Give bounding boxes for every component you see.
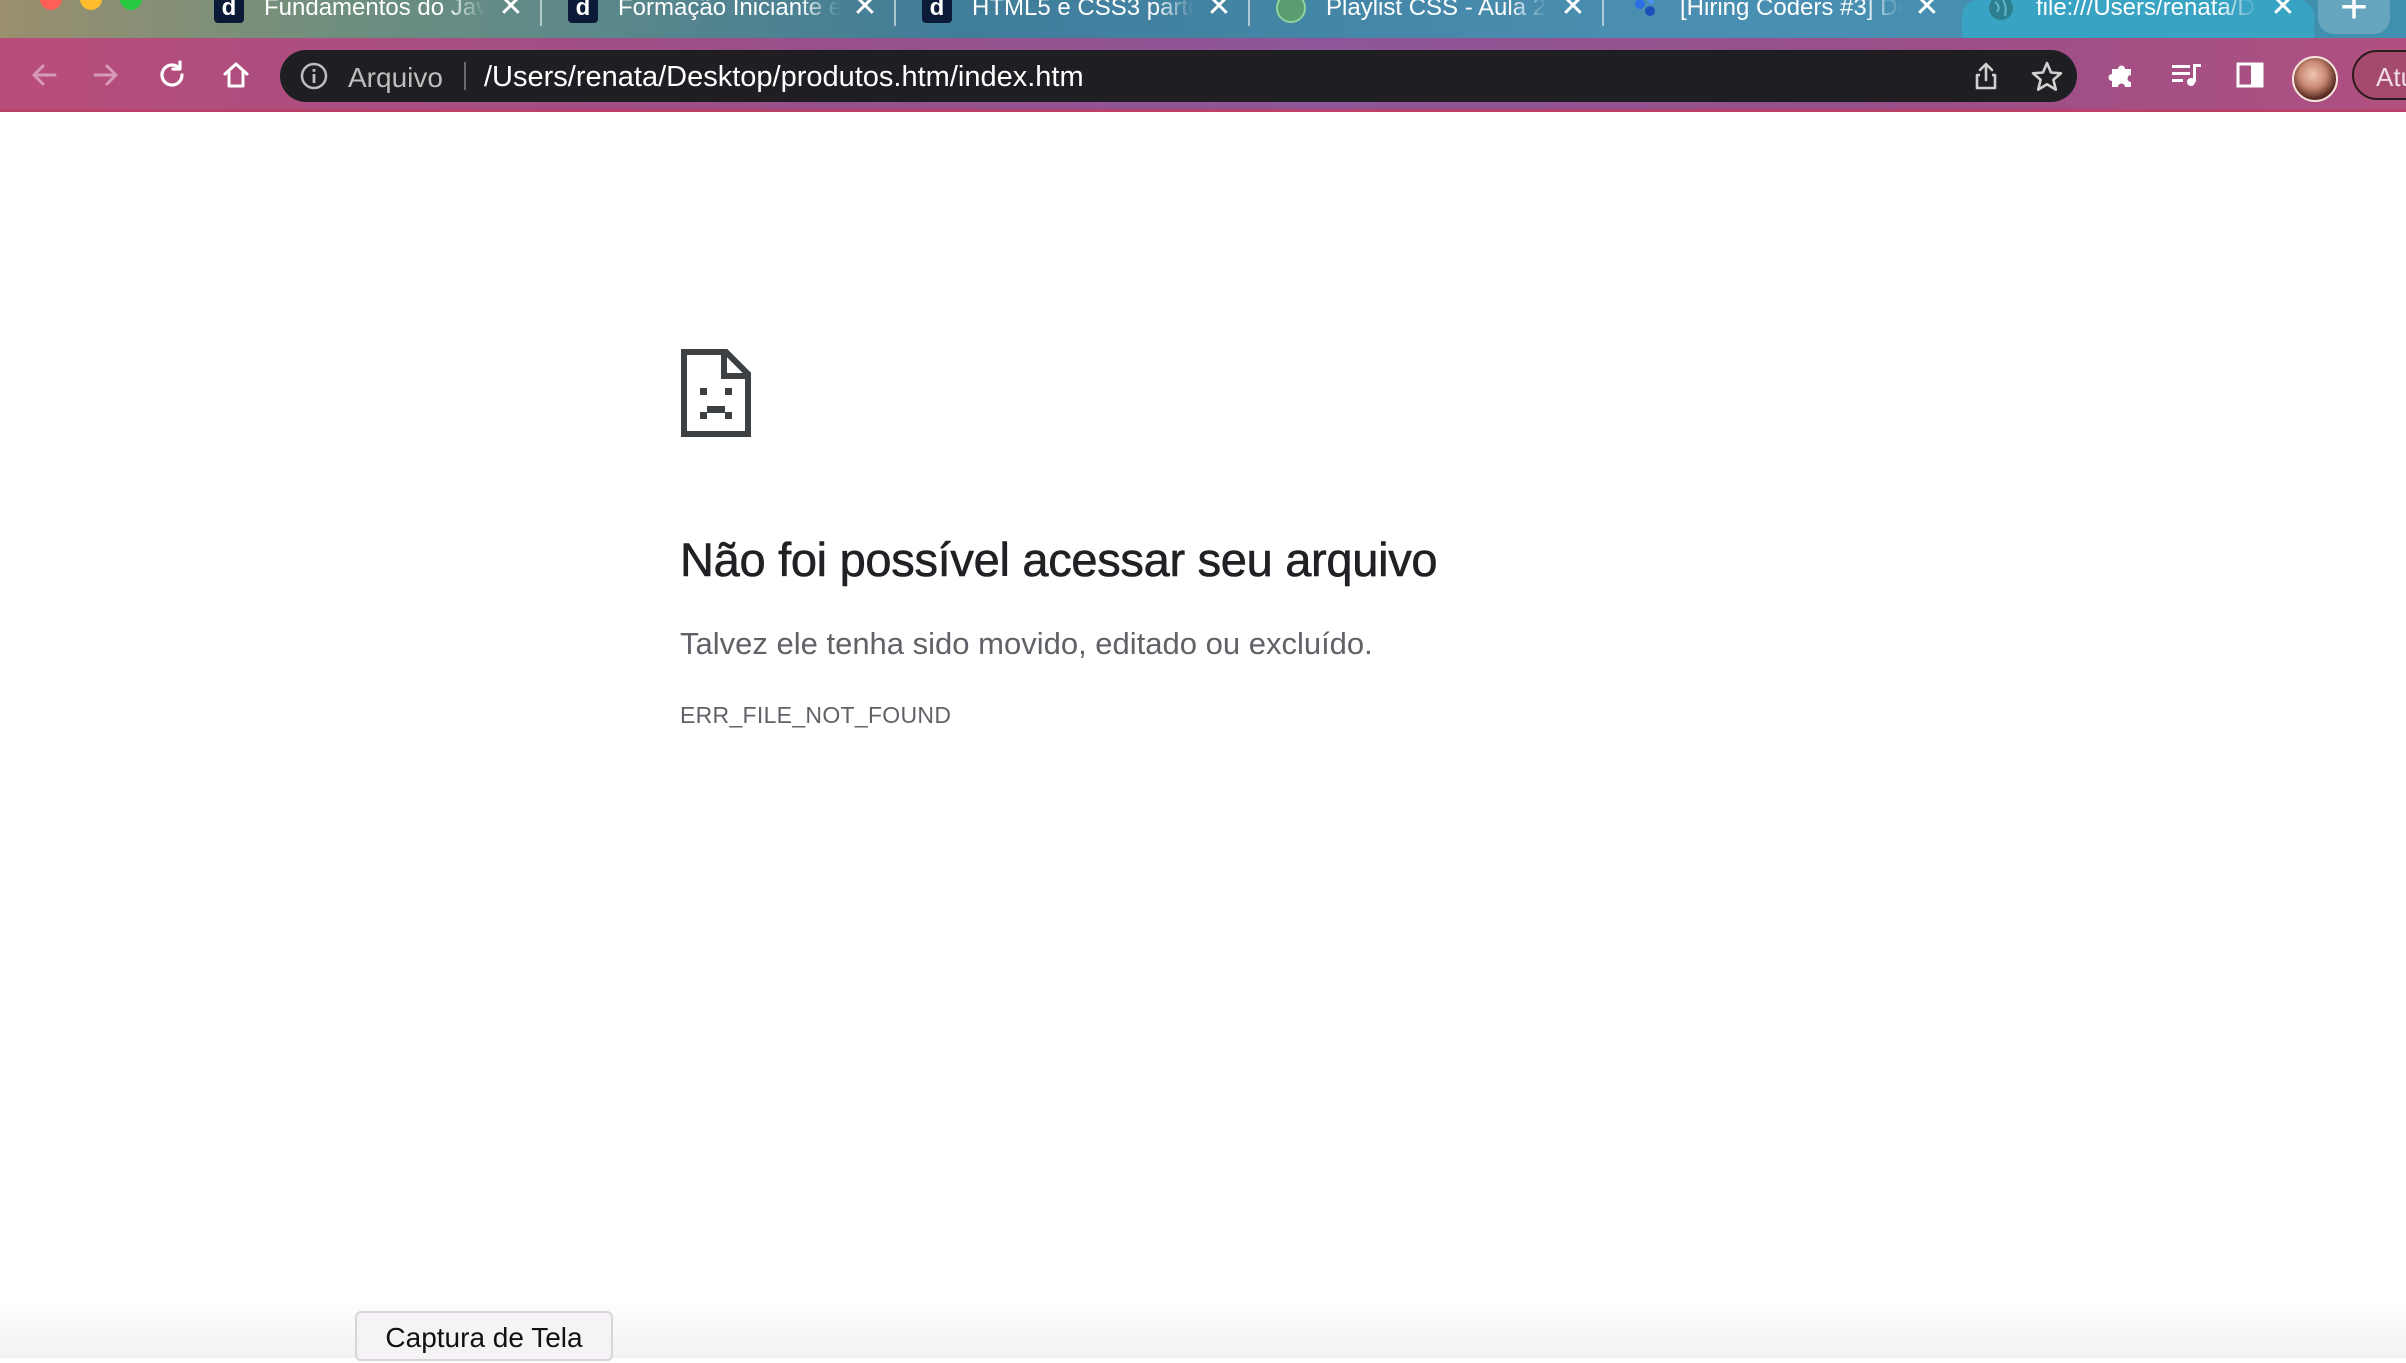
back-button[interactable]: [20, 51, 68, 99]
url-scheme-label: Arquivo: [348, 62, 443, 93]
forward-button[interactable]: [82, 51, 130, 99]
share-icon[interactable]: [1970, 60, 2002, 92]
tab-html5-css3[interactable]: d HTML5 e CSS3 parte 1 ✕: [898, 0, 1250, 38]
browser-toolbar: Arquivo /Users/renata/Desktop/produtos.h…: [0, 38, 2406, 112]
close-tab-icon[interactable]: ✕: [494, 0, 528, 24]
info-icon[interactable]: [298, 60, 330, 92]
side-panel-button[interactable]: [2226, 51, 2274, 99]
minimize-window-button[interactable]: [80, 0, 102, 10]
tab-title: Formação Iniciante em Programação: [618, 0, 840, 21]
home-button[interactable]: [212, 51, 260, 99]
arrow-right-icon: [93, 64, 118, 86]
error-description: Talvez ele tenha sido movido, editado ou…: [680, 626, 1373, 661]
tab-title: file:///Users/renata/Desktop: [2036, 0, 2258, 21]
tab-title: Fundamentos do JavaScript: [264, 0, 486, 21]
tab-strip: d Fundamentos do JavaScript ✕ d Formação…: [0, 0, 2406, 38]
error-title: Não foi possível acessar seu arquivo: [680, 533, 1438, 587]
screen-capture-tooltip: Captura de Tela: [355, 1311, 613, 1361]
profile-avatar[interactable]: [2292, 56, 2338, 102]
home-icon: [223, 62, 249, 88]
sad-file-icon: [681, 349, 751, 437]
bookmark-star-icon[interactable]: [2030, 60, 2064, 94]
tab-separator: [1248, 0, 1250, 26]
close-tab-icon[interactable]: ✕: [1556, 0, 1590, 24]
tab-title: HTML5 e CSS3 parte 1: [972, 0, 1194, 21]
people-icon: [1630, 0, 1660, 23]
playlist-icon: [1276, 0, 1306, 23]
update-button[interactable]: Atualizar: [2352, 50, 2406, 100]
tab-title: [Hiring Coders #3] Desafio: [1680, 0, 1902, 21]
tab-title: Playlist CSS - Aula 2: [1326, 0, 1547, 21]
fullscreen-window-button[interactable]: [120, 0, 142, 10]
reload-icon: [160, 60, 184, 87]
close-tab-icon[interactable]: ✕: [1910, 0, 1944, 24]
extensions-button[interactable]: [2098, 51, 2146, 99]
new-tab-button[interactable]: +: [2318, 0, 2390, 34]
tab-hiring-coders[interactable]: [Hiring Coders #3] Desafio ✕: [1606, 0, 1958, 38]
close-tab-icon[interactable]: ✕: [1202, 0, 1236, 24]
close-window-button[interactable]: [40, 0, 62, 10]
tab-fundamentos-javascript[interactable]: d Fundamentos do JavaScript ✕: [190, 0, 542, 38]
omnibox-divider: [464, 62, 466, 90]
d-logo-icon: d: [568, 0, 598, 23]
tab-file-users-renata[interactable]: file:///Users/renata/Desktop ✕: [1962, 0, 2314, 38]
tab-formacao-iniciante[interactable]: d Formação Iniciante em Programação ✕: [544, 0, 896, 38]
arrow-left-icon: [32, 64, 57, 86]
tab-separator: [1602, 0, 1604, 26]
reload-button[interactable]: [148, 51, 196, 99]
close-tab-icon[interactable]: ✕: [2266, 0, 2300, 24]
close-tab-icon[interactable]: ✕: [848, 0, 882, 24]
tab-playlist-css[interactable]: Playlist CSS - Aula 2 ✕: [1252, 0, 1604, 38]
side-panel-icon: [2236, 62, 2264, 88]
d-logo-icon: d: [922, 0, 952, 23]
d-logo-icon: d: [214, 0, 244, 23]
playlist-music-icon: [2172, 64, 2201, 86]
puzzle-piece-icon: [2108, 65, 2131, 87]
globe-icon: [1986, 0, 2016, 23]
address-bar[interactable]: Arquivo /Users/renata/Desktop/produtos.h…: [280, 50, 2077, 102]
url-text[interactable]: /Users/renata/Desktop/produtos.htm/index…: [484, 61, 1084, 94]
error-page: Não foi possível acessar seu arquivo Tal…: [0, 112, 2406, 1358]
tab-separator: [894, 0, 896, 26]
media-controls-button[interactable]: [2162, 51, 2210, 99]
tab-separator: [540, 0, 542, 26]
error-code: ERR_FILE_NOT_FOUND: [680, 702, 952, 728]
